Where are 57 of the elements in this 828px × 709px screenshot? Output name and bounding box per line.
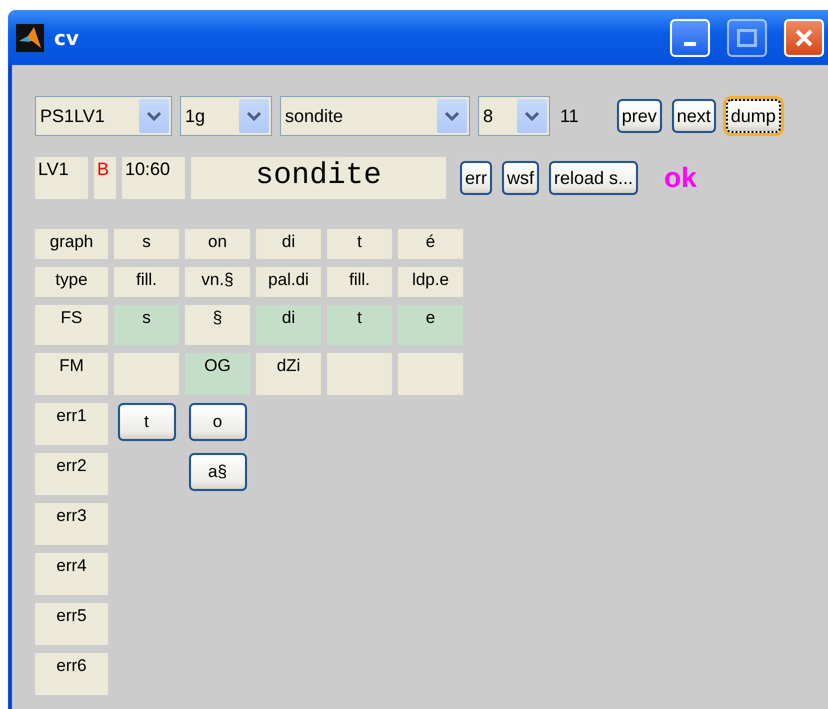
table-cell: vn.§ (185, 267, 250, 297)
toolbar-button[interactable]: next (672, 99, 716, 133)
word-display: sondite (191, 157, 446, 199)
action-button[interactable]: wsf (502, 161, 539, 195)
row-header: FS (35, 305, 108, 345)
chevron-icon (246, 111, 262, 121)
option-button[interactable]: a§ (188, 453, 246, 491)
maximize-icon (737, 28, 757, 46)
close-button[interactable] (784, 18, 824, 56)
window-title: cv (54, 26, 79, 50)
table-cell: pal.di (256, 267, 321, 297)
row-header: err3 (35, 503, 108, 545)
option-button[interactable]: o (188, 403, 246, 441)
count-label: 11 (560, 106, 579, 126)
flag-label: B (94, 157, 116, 199)
table-cell: t (327, 229, 392, 259)
table-cell: s (114, 229, 179, 259)
table-cell: fill. (114, 267, 179, 297)
table-cell: on (185, 229, 250, 259)
dropdown[interactable]: sondite (280, 96, 470, 136)
toolbar-button[interactable]: prev (616, 99, 662, 133)
minimize-button[interactable] (670, 18, 710, 56)
row-header: err1 (35, 403, 108, 445)
row-header: err5 (35, 603, 108, 645)
close-icon (794, 28, 814, 48)
row-header: err2 (35, 453, 108, 495)
action-button[interactable]: reload s... (549, 161, 638, 195)
table-cell: dZi (256, 353, 321, 395)
table-cell: di (256, 305, 321, 345)
row-header: graph (35, 229, 108, 259)
minimize-icon (684, 42, 696, 46)
time-label: 10:60 (122, 157, 185, 199)
table-cell: é (398, 229, 463, 259)
chevron-icon (444, 111, 460, 121)
level-label: LV1 (35, 157, 88, 199)
toolbar-button[interactable]: dump (726, 99, 781, 133)
maximize-button[interactable] (727, 18, 767, 56)
table-cell: fill. (327, 267, 392, 297)
table-cell: § (185, 305, 250, 345)
chevron-icon (524, 111, 540, 121)
dropdown[interactable]: PS1LV1 (35, 96, 172, 136)
dropdown[interactable]: 1g (180, 96, 272, 136)
table-cell: ldp.e (398, 267, 463, 297)
row-header: type (35, 267, 108, 297)
option-button[interactable]: t (118, 403, 176, 441)
table-cell: t (327, 305, 392, 345)
chevron-icon (146, 111, 162, 121)
dropdown[interactable]: 8 (478, 96, 550, 136)
table-cell: e (398, 305, 463, 345)
table-cell: di (256, 229, 321, 259)
row-header: FM (35, 353, 108, 395)
status-label: ok (664, 162, 697, 194)
row-header: err4 (35, 553, 108, 595)
row-header: err6 (35, 653, 108, 695)
table-cell: s (114, 305, 179, 345)
table-cell: OG (185, 353, 250, 395)
action-button[interactable]: err (460, 161, 492, 195)
